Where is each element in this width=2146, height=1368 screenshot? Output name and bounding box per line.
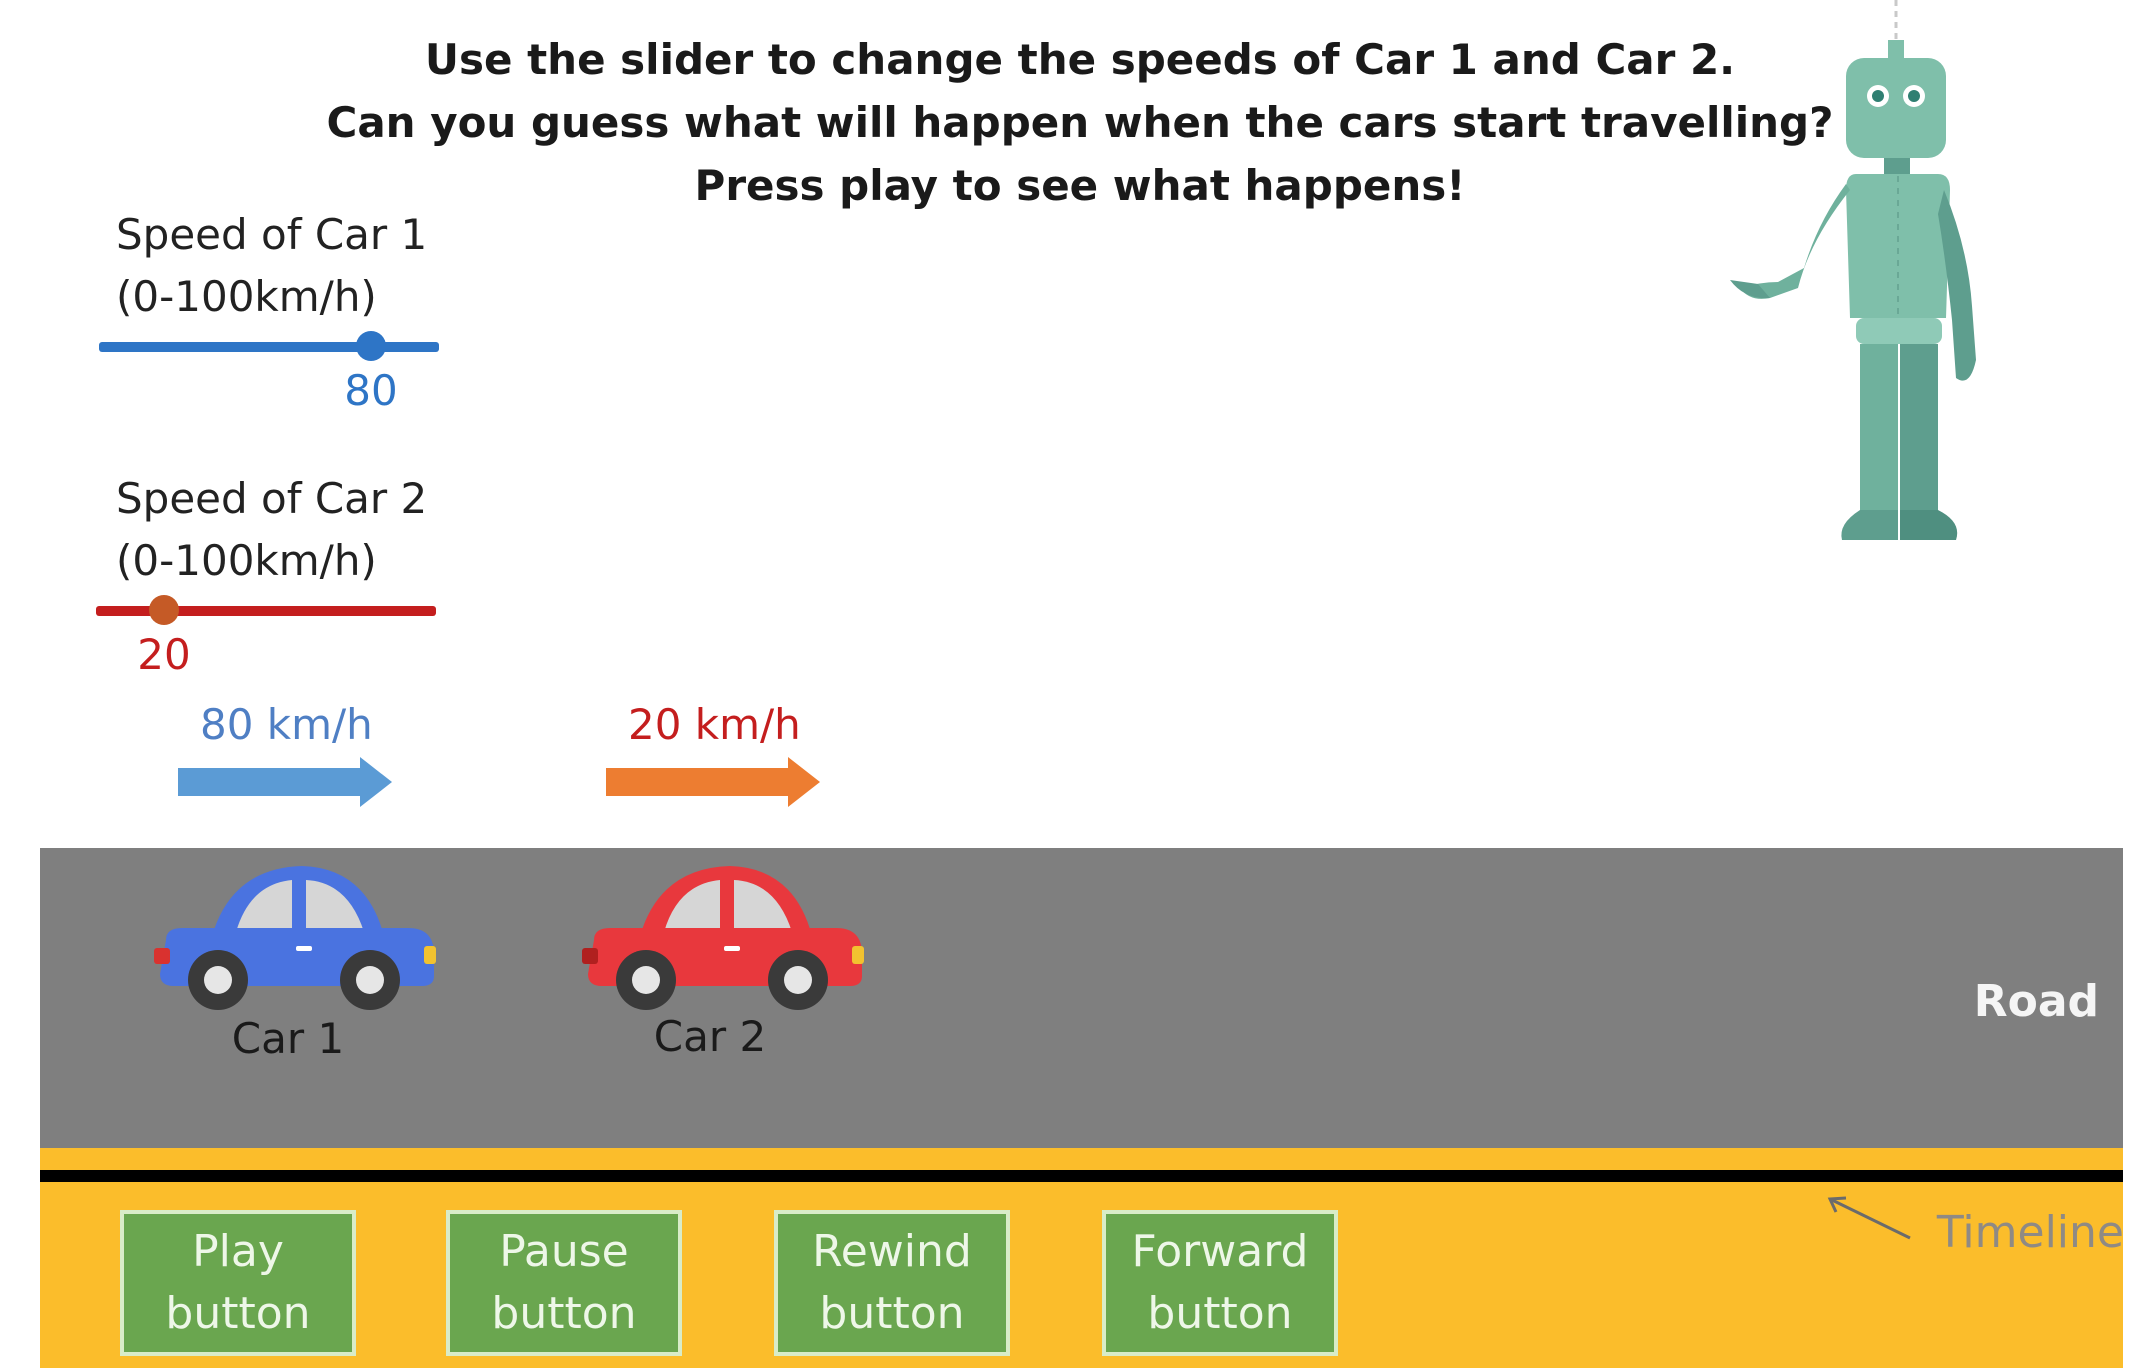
pause-button[interactable]: Pause button bbox=[446, 1210, 682, 1356]
rewind-button[interactable]: Rewind button bbox=[774, 1210, 1010, 1356]
car2-speed-value: 20 bbox=[137, 630, 191, 679]
car1-icon[interactable] bbox=[152, 858, 438, 1010]
car2-speed-slider[interactable]: 20 bbox=[96, 595, 436, 678]
car1-label: Car 1 bbox=[231, 1014, 345, 1063]
car2-speed-title: Speed of Car 2 bbox=[116, 474, 428, 523]
rewind-button-label-2: button bbox=[819, 1288, 965, 1339]
rewind-button-label-1: Rewind bbox=[812, 1226, 972, 1277]
pause-button-label-1: Pause bbox=[499, 1226, 629, 1277]
car2-speed-arrow-label: 20 km/h bbox=[628, 700, 801, 749]
forward-button-label-2: button bbox=[1147, 1288, 1293, 1339]
timeline-track[interactable] bbox=[40, 1170, 2123, 1182]
instruction-line-3: Press play to see what happens! bbox=[694, 161, 1466, 210]
forward-button-label-1: Forward bbox=[1131, 1226, 1309, 1277]
instructions: Use the slider to change the speeds of C… bbox=[280, 28, 1880, 217]
play-button-label-1: Play bbox=[192, 1226, 284, 1277]
car2-speed-arrow bbox=[606, 757, 820, 807]
pause-button-label-2: button bbox=[491, 1288, 637, 1339]
car2-slider-knob[interactable] bbox=[149, 595, 179, 625]
car1-speed-slider[interactable]: 80 bbox=[99, 331, 439, 414]
car2-speed-range: (0-100km/h) bbox=[116, 536, 377, 585]
robot-illustration bbox=[1730, 0, 1976, 540]
timeline-label: Timeline bbox=[1936, 1207, 2124, 1258]
car1-speed-value: 80 bbox=[344, 366, 398, 415]
play-button-label-2: button bbox=[165, 1288, 311, 1339]
play-button[interactable]: Play button bbox=[120, 1210, 356, 1356]
car1-slider-track[interactable] bbox=[99, 342, 439, 352]
car2-icon[interactable] bbox=[580, 858, 866, 1010]
car1-speed-title: Speed of Car 1 bbox=[116, 210, 428, 259]
car1-speed-range: (0-100km/h) bbox=[116, 272, 377, 321]
instruction-line-1: Use the slider to change the speeds of C… bbox=[424, 35, 1736, 84]
forward-button[interactable]: Forward button bbox=[1102, 1210, 1338, 1356]
car1-speed-arrow bbox=[178, 757, 392, 807]
car1-slider-knob[interactable] bbox=[356, 331, 386, 361]
car1-speed-arrow-label: 80 km/h bbox=[200, 700, 373, 749]
car2-slider-track[interactable] bbox=[96, 606, 436, 616]
road-label: Road bbox=[1973, 976, 2099, 1027]
car2-label: Car 2 bbox=[653, 1012, 767, 1061]
instruction-line-2: Can you guess what will happen when the … bbox=[326, 98, 1834, 147]
timeline-pointer-arrow bbox=[1827, 1196, 1911, 1240]
